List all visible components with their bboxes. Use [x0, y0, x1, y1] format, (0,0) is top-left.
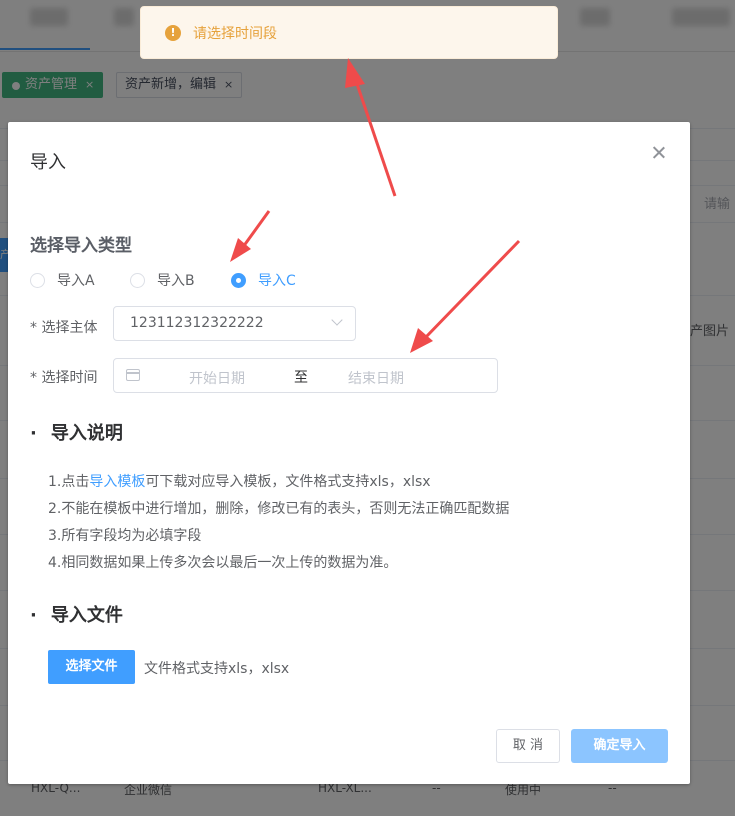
radio-circle-icon[interactable]: [30, 272, 45, 288]
instruction-line-1: 1.点击导入模板可下载对应导入模板，文件格式支持xls，xlsx: [48, 471, 431, 491]
calendar-icon: [126, 369, 140, 381]
choose-file-button[interactable]: 选择文件: [48, 650, 135, 684]
radio-label: 导入B: [157, 273, 195, 289]
import-type-heading: 选择导入类型: [30, 236, 132, 256]
radio-import-a[interactable]: 导入A: [30, 270, 95, 290]
download-template-link[interactable]: 导入模板: [89, 474, 145, 490]
file-heading-text: 导入文件: [50, 605, 123, 626]
warning-icon: !: [165, 24, 181, 41]
date-separator: 至: [294, 370, 308, 386]
file-heading: · 导入文件: [30, 601, 123, 627]
date-range-picker[interactable]: 开始日期 至 结束日期: [113, 358, 498, 393]
cancel-button[interactable]: 取 消: [496, 729, 560, 763]
time-label: * 选择时间: [30, 370, 98, 386]
radio-import-b[interactable]: 导入B: [130, 270, 195, 290]
bullet-icon: ·: [30, 605, 37, 626]
start-date-input[interactable]: 开始日期: [189, 368, 245, 388]
instruction-text: 可下载对应导入模板，文件格式支持xls，xlsx: [145, 474, 431, 490]
instructions-heading-text: 导入说明: [50, 423, 123, 444]
subject-select[interactable]: 123112312322222: [113, 306, 356, 341]
file-format-hint: 文件格式支持xls，xlsx: [144, 661, 290, 677]
chevron-down-icon: [331, 314, 343, 326]
instruction-line-3: 3.所有字段均为必填字段: [48, 528, 202, 544]
dialog-title: 导入: [30, 152, 66, 173]
instruction-line-4: 4.相同数据如果上传多次会以最后一次上传的数据为准。: [48, 555, 398, 571]
bullet-icon: ·: [30, 423, 37, 444]
instruction-line-2: 2.不能在模板中进行增加，删除，修改已有的表头，否则无法正确匹配数据: [48, 501, 510, 517]
confirm-import-button[interactable]: 确定导入: [571, 729, 668, 763]
toast-text: 请选择时间段: [193, 25, 277, 42]
radio-label: 导入A: [57, 273, 95, 289]
instruction-text: 1.点击: [48, 474, 90, 490]
subject-label: * 选择主体: [30, 320, 98, 336]
instructions-heading: · 导入说明: [30, 419, 123, 445]
radio-checked-icon[interactable]: [231, 272, 246, 288]
radio-label: 导入C: [258, 273, 296, 289]
close-icon[interactable]: [650, 144, 668, 162]
end-date-input[interactable]: 结束日期: [348, 368, 404, 388]
import-dialog: 导入 选择导入类型 导入A 导入B 导入C * 选择主体 12311231232…: [8, 122, 690, 784]
subject-value: 123112312322222: [130, 315, 264, 331]
warning-toast: ! 请选择时间段: [140, 6, 558, 59]
radio-import-c[interactable]: 导入C: [231, 270, 296, 290]
radio-circle-icon[interactable]: [130, 272, 145, 288]
